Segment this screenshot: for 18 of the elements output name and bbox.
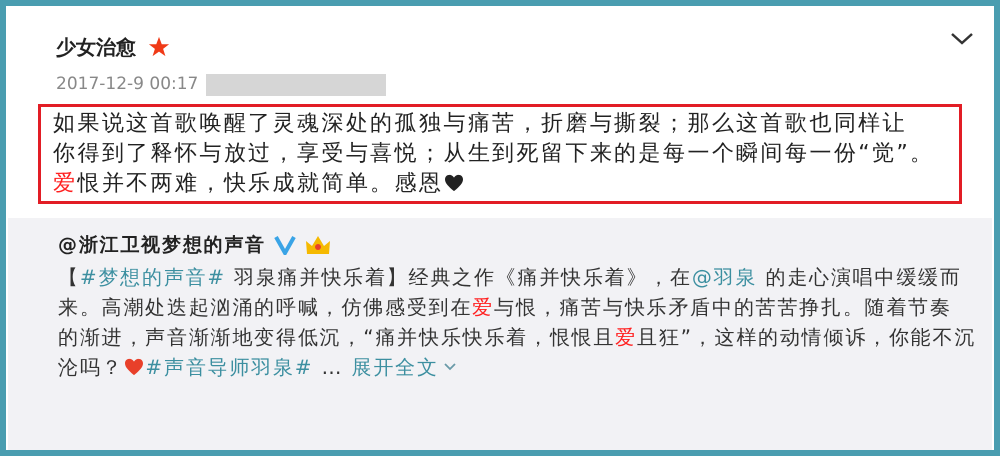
chevron-down-icon[interactable]: [950, 32, 974, 46]
repost-text: 【#梦想的声音# 羽泉痛并快乐着】经典之作《痛并快乐着》，在@羽泉 的走心演唱中缓缓而: [58, 264, 963, 290]
post-time: 2017-12-9 00:17: [56, 73, 198, 96]
comment-text: 你得到了释怀与放过，享受与喜悦；从生到死留下来的是每一个瞬间每一份“觉”。: [53, 140, 936, 168]
author-name[interactable]: 少女治愈: [56, 32, 136, 62]
comment-text: 爱恨并不两难，快乐成就简单。感恩: [53, 168, 947, 198]
repost-text: 沦吗？ #声音导师羽泉# … 展开全文: [58, 352, 992, 382]
verified-icon: [274, 234, 296, 254]
hashtag-link[interactable]: @羽泉: [692, 264, 758, 288]
comment-text: 如果说这首歌唤醒了灵魂深处的孤独与痛苦，折磨与撕裂；那么这首歌也同样让: [53, 110, 908, 138]
repost-text: 的渐进，声音渐渐地变得低沉，“痛并快乐快乐着，恨恨且爱且狂”，这样的动情倾诉，你能不沉: [58, 324, 978, 350]
repost-author[interactable]: @浙江卫视梦想的声音: [58, 230, 266, 260]
chevron-down-icon: [442, 362, 457, 372]
hashtag-link[interactable]: #声音导师羽泉#: [145, 354, 314, 378]
repost-text: 来。高潮处迭起汹涌的呼喊，仿佛感受到在爱与恨，痛苦与快乐矛盾中的苦苦挣扎。随着节奏: [58, 294, 953, 320]
hashtag-link[interactable]: #梦想的声音#: [80, 264, 226, 288]
expand-link[interactable]: 展开全文: [351, 352, 457, 382]
star-icon: [148, 36, 170, 58]
